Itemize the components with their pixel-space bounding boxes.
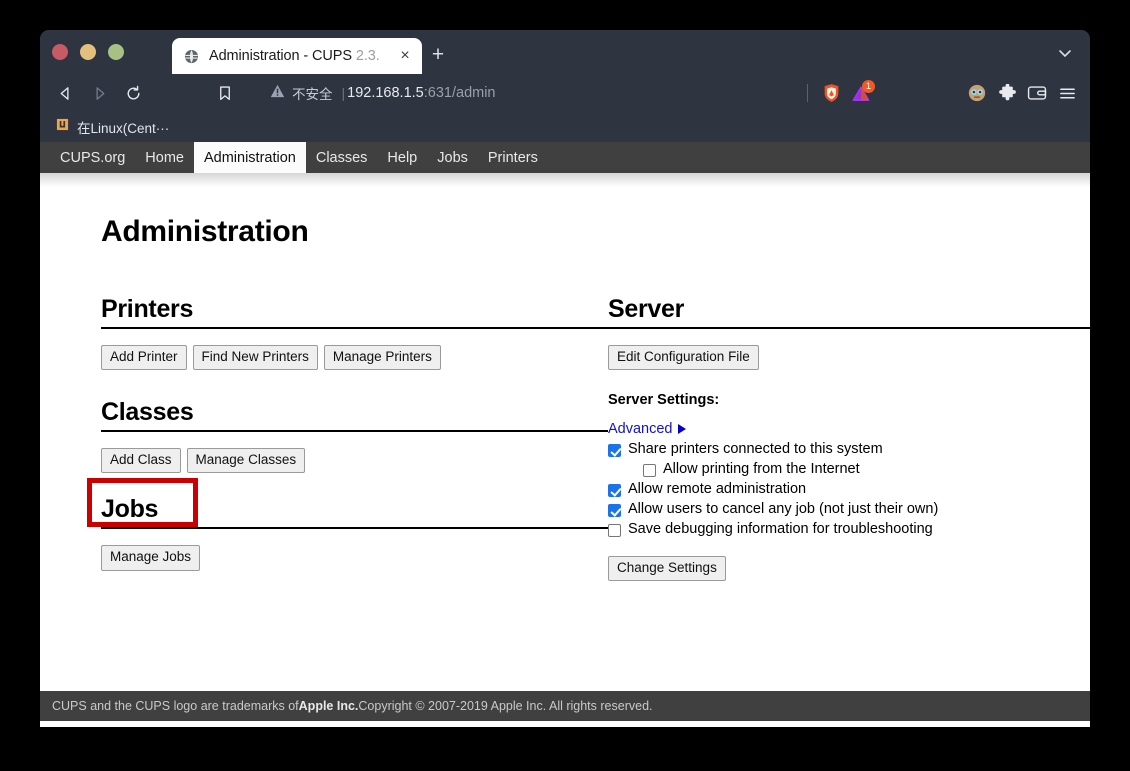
page-footer: CUPS and the CUPS logo are trademarks of…: [40, 691, 1090, 721]
nav-item-administration[interactable]: Administration: [194, 142, 306, 173]
jobs-section-heading: Jobs: [101, 495, 608, 529]
address-bar-url[interactable]: 192.168.1.5:631/admin: [347, 85, 495, 101]
tab-strip: Administration - CUPS 2.3. × +: [40, 30, 1090, 74]
brave-shield-icon[interactable]: [816, 78, 846, 108]
nav-item-jobs[interactable]: Jobs: [427, 142, 478, 173]
nav-item-home[interactable]: Home: [135, 142, 194, 173]
profile-avatar-icon[interactable]: [962, 78, 992, 108]
setting-cancel-any-job[interactable]: Allow users to cancel any job (not just …: [608, 501, 1090, 517]
add-printer-button[interactable]: Add Printer: [101, 345, 187, 370]
rewards-badge-count: 1: [862, 80, 875, 93]
bookmarks-bar: 在Linux(Cent···: [40, 112, 1090, 142]
triangle-right-icon: [678, 424, 686, 434]
server-button-row: Edit Configuration File: [608, 345, 1090, 370]
wallet-icon[interactable]: [1022, 78, 1052, 108]
toolbar-right-group: 1: [799, 74, 1082, 112]
manage-classes-button[interactable]: Manage Classes: [187, 448, 306, 473]
page-viewport: CUPS.org Home Administration Classes Hel…: [40, 142, 1090, 727]
forward-arrow-icon[interactable]: [84, 78, 114, 108]
chevron-down-icon[interactable]: [1054, 44, 1076, 62]
change-settings-button[interactable]: Change Settings: [608, 556, 726, 581]
hamburger-menu-icon[interactable]: [1052, 78, 1082, 108]
warning-triangle-icon: [270, 84, 285, 103]
share-printers-checkbox[interactable]: [608, 444, 621, 457]
tab-title: Administration - CUPS 2.3.: [209, 48, 396, 64]
site-security-chip[interactable]: 不安全 |: [270, 83, 347, 103]
window-controls: [52, 44, 124, 60]
puzzle-piece-icon[interactable]: [992, 78, 1022, 108]
allow-internet-printing-checkbox[interactable]: [643, 464, 656, 477]
browser-window: Administration - CUPS 2.3. × +: [40, 30, 1090, 727]
left-column: Printers Add Printer Find New Printers M…: [101, 295, 608, 581]
reload-icon[interactable]: [118, 78, 148, 108]
url-host: 192.168.1.5: [347, 85, 424, 101]
remote-administration-checkbox[interactable]: [608, 484, 621, 497]
globe-icon: [183, 48, 199, 64]
find-new-printers-button[interactable]: Find New Printers: [193, 345, 318, 370]
cancel-any-job-checkbox[interactable]: [608, 504, 621, 517]
cancel-any-job-label: Allow users to cancel any job (not just …: [628, 501, 938, 517]
cups-navigation-bar: CUPS.org Home Administration Classes Hel…: [40, 142, 1090, 173]
security-warning-text: 不安全: [292, 83, 333, 103]
browser-tab-active[interactable]: Administration - CUPS 2.3. ×: [172, 38, 422, 74]
nav-item-classes[interactable]: Classes: [306, 142, 378, 173]
jobs-button-row: Manage Jobs: [101, 545, 608, 570]
nav-item-printers[interactable]: Printers: [478, 142, 548, 173]
nav-item-help[interactable]: Help: [377, 142, 427, 173]
setting-allow-internet-printing[interactable]: Allow printing from the Internet: [643, 461, 1090, 477]
printers-section-heading: Printers: [101, 295, 608, 329]
nav-shadow: [40, 173, 1090, 187]
remote-administration-label: Allow remote administration: [628, 481, 806, 497]
server-settings-label: Server Settings:: [608, 392, 1090, 408]
footer-text-before: CUPS and the CUPS logo are trademarks of: [52, 699, 299, 713]
change-settings-row: Change Settings: [608, 556, 1090, 581]
allow-internet-printing-label: Allow printing from the Internet: [663, 461, 860, 477]
add-class-button[interactable]: Add Class: [101, 448, 181, 473]
tab-title-version: 2.3.: [356, 48, 380, 64]
classes-section-heading: Classes: [101, 398, 608, 432]
setting-share-printers[interactable]: Share printers connected to this system: [608, 441, 1090, 457]
bookmark-item[interactable]: 在Linux(Cent···: [50, 114, 175, 140]
chip-divider: |: [342, 85, 346, 101]
bookmark-outline-icon[interactable]: [210, 78, 240, 108]
page-content: Administration Printers Add Printer Find…: [40, 215, 1090, 727]
new-tab-button[interactable]: +: [425, 43, 451, 69]
brave-rewards-triangle-icon[interactable]: 1: [846, 78, 876, 108]
classes-button-row: Add Class Manage Classes: [101, 448, 608, 473]
setting-remote-administration[interactable]: Allow remote administration: [608, 481, 1090, 497]
bookmark-favicon: [56, 118, 69, 136]
edit-configuration-file-button[interactable]: Edit Configuration File: [608, 345, 759, 370]
save-debugging-checkbox[interactable]: [608, 524, 621, 537]
back-arrow-icon[interactable]: [50, 78, 80, 108]
share-printers-label: Share printers connected to this system: [628, 441, 883, 457]
save-debugging-label: Save debugging information for troublesh…: [628, 521, 933, 537]
toolbar-divider: [807, 84, 808, 102]
setting-save-debugging[interactable]: Save debugging information for troublesh…: [608, 521, 1090, 537]
advanced-link[interactable]: Advanced: [608, 421, 686, 437]
right-column: Server Edit Configuration File Server Se…: [608, 295, 1090, 581]
bookmark-label: 在Linux(Cent···: [77, 117, 169, 137]
close-icon[interactable]: ×: [396, 48, 414, 64]
footer-text-after: Copyright © 2007-2019 Apple Inc. All rig…: [358, 699, 652, 713]
minimize-window-button[interactable]: [80, 44, 96, 60]
content-columns: Printers Add Printer Find New Printers M…: [101, 295, 1050, 581]
page-title: Administration: [101, 215, 1050, 249]
close-window-button[interactable]: [52, 44, 68, 60]
footer-company: Apple Inc.: [299, 699, 359, 713]
url-path: :631/admin: [424, 85, 496, 101]
server-section-heading: Server: [608, 295, 1090, 329]
maximize-window-button[interactable]: [108, 44, 124, 60]
manage-printers-button[interactable]: Manage Printers: [324, 345, 441, 370]
nav-item-cups-org[interactable]: CUPS.org: [50, 142, 135, 173]
advanced-link-label: Advanced: [608, 421, 673, 437]
manage-jobs-button[interactable]: Manage Jobs: [101, 545, 200, 570]
browser-toolbar: 不安全 | 192.168.1.5:631/admin: [40, 74, 1090, 112]
printers-button-row: Add Printer Find New Printers Manage Pri…: [101, 345, 608, 370]
